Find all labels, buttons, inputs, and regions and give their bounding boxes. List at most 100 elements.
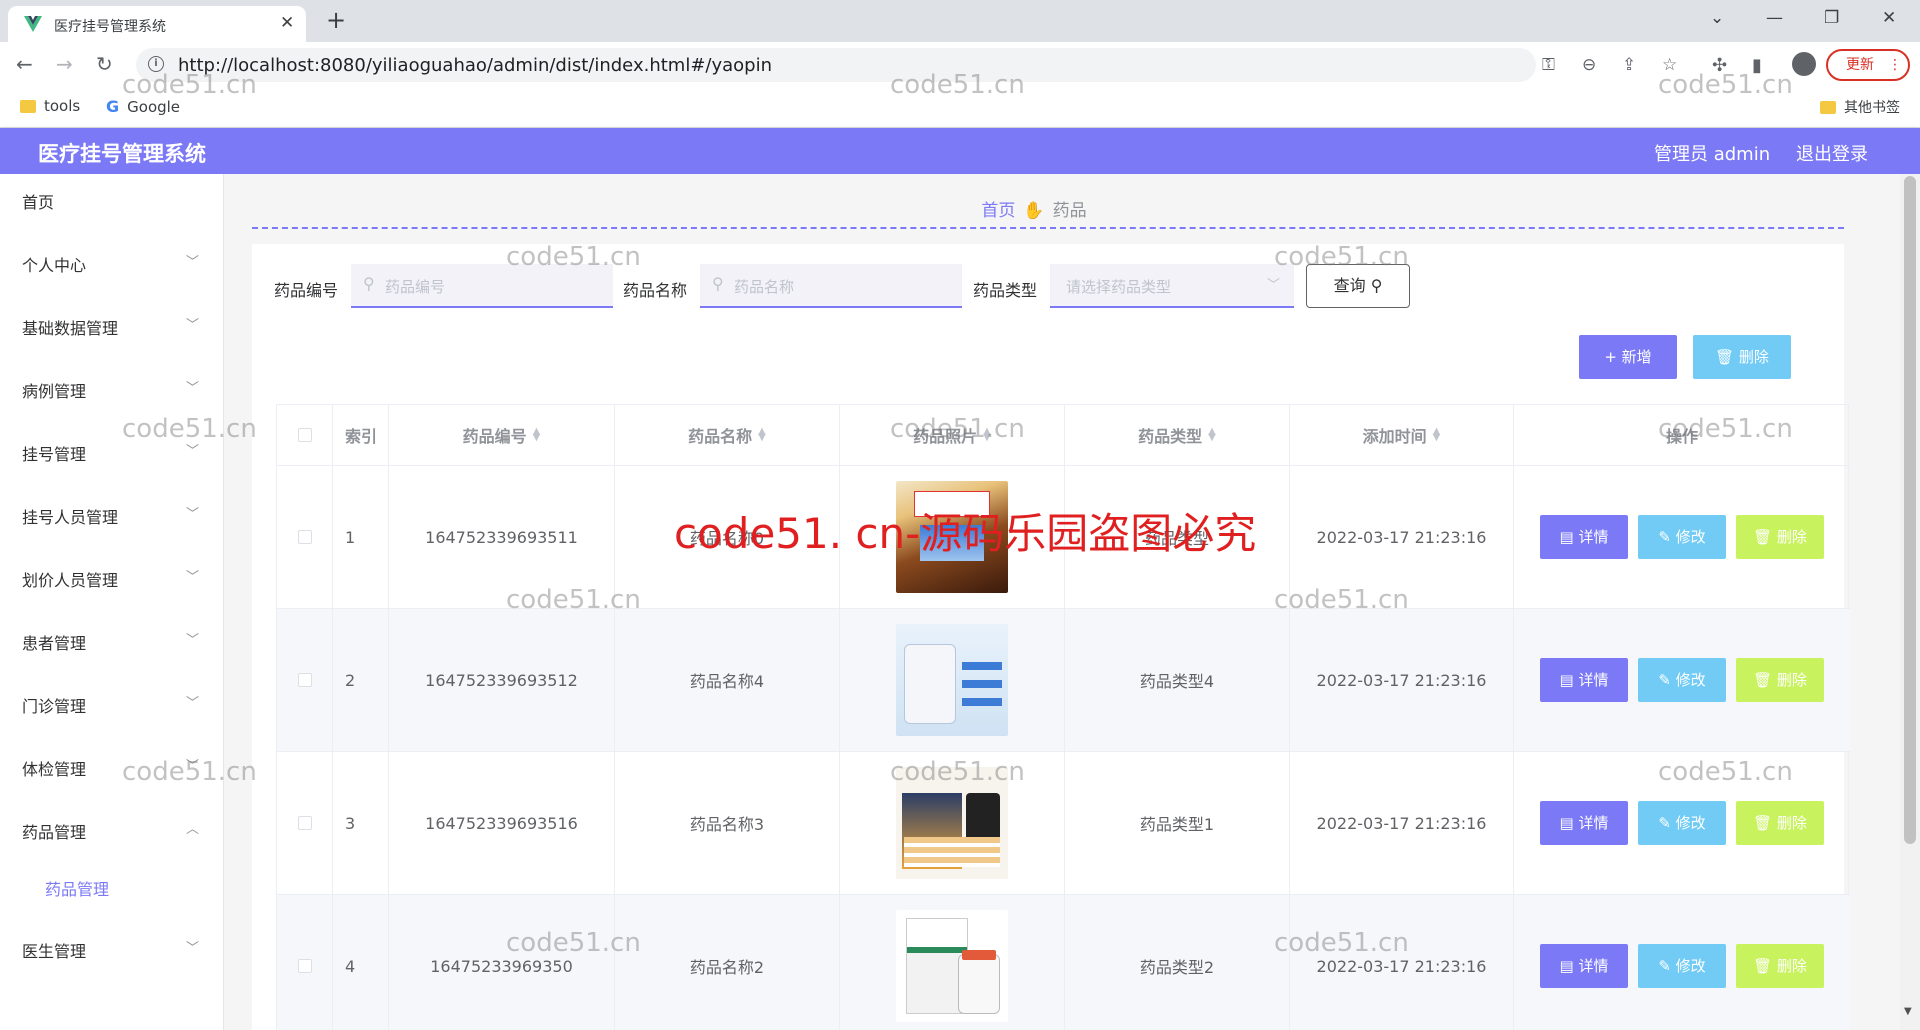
- detail-button[interactable]: ▤ 详情: [1540, 515, 1628, 559]
- edit-button[interactable]: ✎ 修改: [1638, 658, 1726, 702]
- query-button[interactable]: 查询 ⚲: [1306, 264, 1410, 308]
- sort-icon: ▲ ▼: [532, 426, 541, 443]
- document-icon: ▤: [1559, 528, 1574, 546]
- row-checkbox[interactable]: [297, 530, 312, 544]
- search-icon: ⚲: [1370, 276, 1383, 295]
- pencil-icon: ✎: [1658, 957, 1671, 975]
- scroll-thumb[interactable]: [1904, 176, 1916, 844]
- key-icon[interactable]: ⚿: [1542, 55, 1555, 75]
- sidebar-item-cases[interactable]: 病例管理 ﹀: [0, 363, 224, 413]
- table-row: 2 164752339693512 药品名称4 药品类型4 2022-03-17…: [277, 609, 1850, 752]
- close-window-icon[interactable]: ✕: [1882, 8, 1896, 28]
- name-placeholder: 药品名称: [734, 278, 795, 296]
- medicine-photo[interactable]: [896, 767, 1008, 879]
- header-cell-sortable[interactable]: 药品编号 ▲ ▼: [389, 405, 615, 465]
- sidebar-item-checkup[interactable]: 体检管理 ﹀: [0, 741, 224, 791]
- sidebar-item-basic-data[interactable]: 基础数据管理 ﹀: [0, 300, 224, 350]
- medicine-photo[interactable]: [896, 481, 1008, 593]
- batch-delete-button[interactable]: 🗑 删除: [1693, 335, 1791, 379]
- code-search-input[interactable]: ⚲ 药品编号: [351, 264, 613, 308]
- delete-label: 删除: [1776, 814, 1807, 832]
- cell-code: 164752339693512: [389, 609, 615, 751]
- chevron-down-icon: ﹀: [1266, 278, 1280, 293]
- bookmark-tools[interactable]: tools: [20, 97, 80, 115]
- detail-button[interactable]: ▤ 详情: [1540, 801, 1628, 845]
- row-checkbox[interactable]: [297, 673, 312, 687]
- medicine-photo[interactable]: [896, 624, 1008, 736]
- sidebar-item-registrars[interactable]: 挂号人员管理 ﹀: [0, 489, 224, 539]
- type-select[interactable]: 请选择药品类型 ﹀: [1050, 264, 1294, 308]
- sidebar-item-clinic[interactable]: 门诊管理 ﹀: [0, 678, 224, 728]
- delete-button[interactable]: 🗑 删除: [1736, 658, 1824, 702]
- cell-time: 2022-03-17 21:23:16: [1290, 895, 1514, 1030]
- back-icon[interactable]: ←: [16, 52, 33, 76]
- main-content: 首页 ✋ 药品 药品编号 ⚲ 药品编号 药品名称 ⚲ 药品名称 药品类型 请选择药品…: [224, 174, 1900, 1030]
- reload-icon[interactable]: ↻: [96, 52, 113, 76]
- row-checkbox[interactable]: [297, 816, 312, 830]
- cell-type: 药品类型1: [1065, 752, 1290, 894]
- maximize-icon[interactable]: ❐: [1824, 8, 1839, 28]
- chevron-down-icon: ﹀: [186, 507, 200, 522]
- forward-icon[interactable]: →: [56, 52, 73, 76]
- edit-button[interactable]: ✎ 修改: [1638, 801, 1726, 845]
- chevron-down-icon: ﹀: [186, 941, 200, 956]
- edit-button[interactable]: ✎ 修改: [1638, 944, 1726, 988]
- row-select-cell: [277, 609, 333, 751]
- detail-button[interactable]: ▤ 详情: [1540, 658, 1628, 702]
- tab-close-icon[interactable]: ✕: [280, 13, 294, 33]
- tab-search-icon[interactable]: ⌄: [1710, 8, 1724, 28]
- detail-label: 详情: [1578, 814, 1609, 832]
- header-cell-sortable[interactable]: 药品照片 ▲ ▼: [840, 405, 1065, 465]
- star-icon[interactable]: ☆: [1662, 55, 1677, 75]
- sidebar-item-medicine[interactable]: 药品管理 ︿: [0, 804, 224, 854]
- omnibox[interactable]: i http://localhost:8080/yiliaoguahao/adm…: [136, 48, 1677, 82]
- sidebar-item-doctors[interactable]: 医生管理 ﹀: [0, 923, 224, 973]
- delete-button[interactable]: 🗑 删除: [1736, 515, 1824, 559]
- bookmark-label: tools: [44, 97, 81, 115]
- trash-icon: 🗑: [1753, 957, 1773, 975]
- chevron-down-icon: ﹀: [186, 633, 200, 648]
- zoom-icon[interactable]: ⊖: [1582, 55, 1596, 75]
- header-cell-sortable[interactable]: 添加时间 ▲ ▼: [1290, 405, 1514, 465]
- name-search-input[interactable]: ⚲ 药品名称: [700, 264, 962, 308]
- header-cell-select: [277, 405, 333, 465]
- cell-index: 4: [333, 895, 389, 1030]
- breadcrumb-home[interactable]: 首页: [981, 201, 1015, 221]
- bookmark-other[interactable]: 其他书签: [1820, 97, 1900, 117]
- new-tab-icon[interactable]: +: [326, 6, 346, 34]
- row-checkbox[interactable]: [297, 959, 312, 973]
- scroll-down-icon[interactable]: ▼: [1904, 1006, 1912, 1017]
- trash-icon: 🗑: [1753, 671, 1773, 689]
- header-cell-sortable[interactable]: 药品名称 ▲ ▼: [615, 405, 840, 465]
- extensions-icon[interactable]: ✣: [1712, 55, 1727, 76]
- trash-icon: 🗑: [1715, 348, 1735, 366]
- sidebar-item-pricers[interactable]: 划价人员管理 ﹀: [0, 552, 224, 602]
- sidepanel-icon[interactable]: ▮: [1752, 55, 1762, 76]
- delete-button[interactable]: 🗑 删除: [1736, 944, 1824, 988]
- sidebar-item-label: 体检管理: [22, 760, 87, 779]
- sidebar-subitem-medicine[interactable]: 药品管理: [0, 861, 224, 911]
- sidebar-item-patients[interactable]: 患者管理 ﹀: [0, 615, 224, 665]
- sidebar-item-registration[interactable]: 挂号管理 ﹀: [0, 426, 224, 476]
- sidebar-item-label: 基础数据管理: [22, 319, 119, 338]
- bookmark-google[interactable]: G Google: [106, 97, 180, 116]
- search-icon: ⚲: [363, 274, 375, 293]
- page-scrollbar[interactable]: ▼: [1900, 174, 1920, 1030]
- medicine-photo[interactable]: [896, 910, 1008, 1022]
- browser-tab[interactable]: 医疗挂号管理系统 ✕: [8, 6, 306, 42]
- site-info-icon[interactable]: i: [148, 56, 164, 72]
- sidebar-item-home[interactable]: 首页: [0, 174, 224, 224]
- minimize-icon[interactable]: —: [1766, 8, 1783, 28]
- delete-button[interactable]: 🗑 删除: [1736, 801, 1824, 845]
- add-button[interactable]: + 新增: [1579, 335, 1677, 379]
- update-button[interactable]: 更新 ⋮: [1826, 49, 1910, 81]
- edit-button[interactable]: ✎ 修改: [1638, 515, 1726, 559]
- select-all-checkbox[interactable]: [297, 428, 312, 442]
- share-icon[interactable]: ⇪: [1622, 55, 1636, 75]
- logout-link[interactable]: 退出登录: [1796, 140, 1868, 166]
- header-cell-sortable[interactable]: 药品类型 ▲ ▼: [1065, 405, 1290, 465]
- sidebar-item-personal[interactable]: 个人中心 ﹀: [0, 237, 224, 287]
- detail-button[interactable]: ▤ 详情: [1540, 944, 1628, 988]
- profile-avatar[interactable]: [1792, 52, 1816, 76]
- url-text[interactable]: http://localhost:8080/yiliaoguahao/admin…: [178, 55, 772, 76]
